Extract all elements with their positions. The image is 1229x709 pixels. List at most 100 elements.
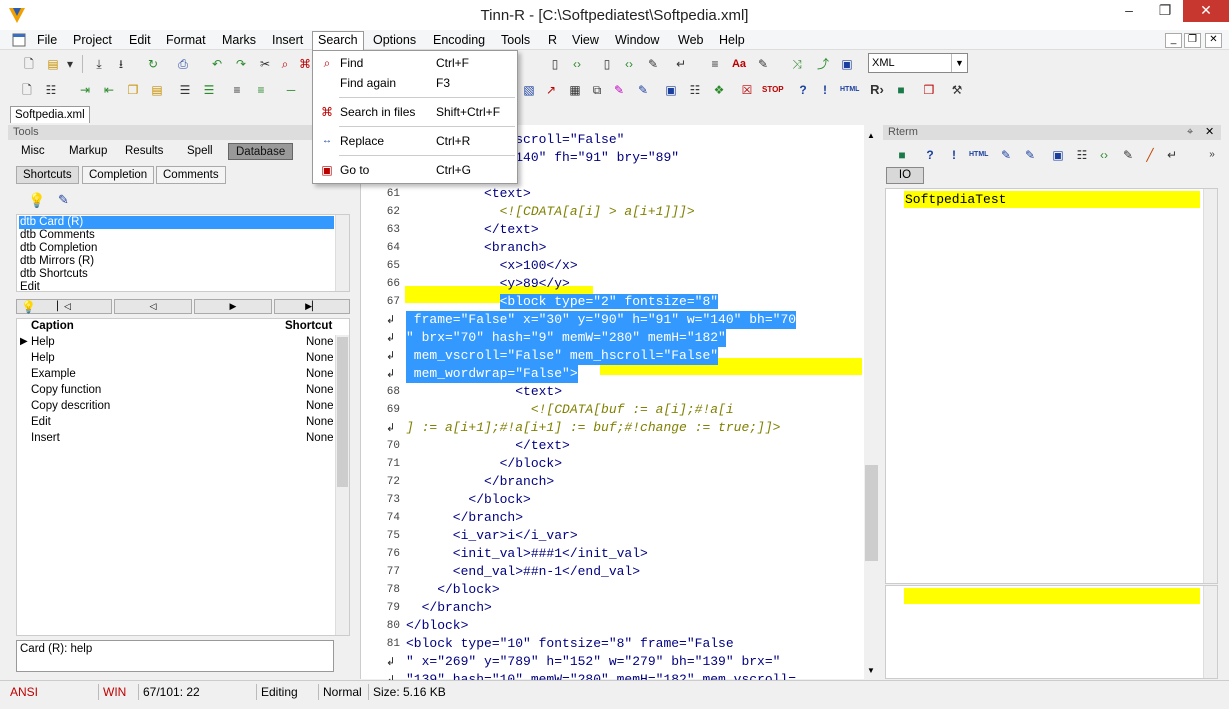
editor-scrollbar[interactable]: ▲ ▼ [864, 125, 879, 679]
code-line[interactable]: <block type="2" fontsize="8" [406, 293, 719, 311]
syntax-language-select[interactable]: XML ▼ [868, 53, 968, 73]
tab-database[interactable]: Database [228, 143, 294, 160]
tab-misc[interactable]: Misc [14, 143, 52, 160]
menu-item-find-again[interactable]: Find again F3 [314, 73, 516, 94]
gift-icon[interactable]: ❒ [920, 81, 938, 99]
code-line[interactable]: </text> [406, 437, 570, 455]
align-right-icon[interactable]: ☰ [200, 81, 218, 99]
block-icon[interactable]: ▯ [546, 55, 564, 73]
unindent-icon[interactable]: ⇤ [100, 81, 118, 99]
reload-icon[interactable]: ↻ [144, 55, 162, 73]
code-line[interactable]: <init_val>###1</init_val> [406, 545, 648, 563]
align-left-icon[interactable]: ☰ [176, 81, 194, 99]
paste-icon[interactable]: ▤ [148, 81, 166, 99]
code-tag2-icon[interactable]: ‹› [620, 55, 638, 73]
wrap-icon[interactable]: ↵ [1163, 146, 1181, 164]
case-icon[interactable]: Aa [730, 55, 748, 73]
code-line[interactable]: <text> [406, 185, 531, 203]
mdi-minimize-button[interactable]: _ [1165, 33, 1182, 48]
pin-icon[interactable]: ⌖ [1187, 125, 1193, 140]
subtab-shortcuts[interactable]: Shortcuts [16, 166, 79, 184]
grid-caption[interactable]: Copy function [31, 384, 101, 396]
menu-format[interactable]: Format [161, 32, 211, 49]
nav-last-button[interactable]: ▶▏ [274, 299, 350, 314]
code-line[interactable]: <text> [406, 383, 562, 401]
list-scrollbar[interactable] [335, 215, 349, 291]
grid-caption[interactable]: Example [31, 368, 76, 380]
grid-shortcut[interactable]: None [306, 432, 334, 444]
menu-item-replace[interactable]: ↔ Replace Ctrl+R [314, 131, 516, 152]
subtab-comments[interactable]: Comments [156, 166, 226, 184]
new-file-icon[interactable]: 🗋 [20, 55, 38, 73]
code-line[interactable]: <i_var>i</i_var> [406, 527, 578, 545]
shortcuts-grid[interactable]: 💡 Caption Shortcut ▶ Help None Help None… [16, 300, 350, 636]
undo-icon[interactable]: ↶ [208, 55, 226, 73]
save-icon[interactable]: ⤓ [90, 55, 108, 73]
justify-icon[interactable]: ≡ [252, 81, 270, 99]
code-tag-icon[interactable]: ‹› [568, 55, 586, 73]
menu-window[interactable]: Window [610, 32, 664, 49]
split-icon[interactable]: ⤴ [814, 55, 832, 73]
console-icon[interactable]: ■ [892, 81, 910, 99]
grid-shortcut[interactable]: None [306, 352, 334, 364]
menu-edit[interactable]: Edit [124, 32, 156, 49]
grid-icon[interactable]: ▦ [566, 81, 584, 99]
menu-marks[interactable]: Marks [217, 32, 261, 49]
help-question-icon[interactable]: ? [921, 146, 939, 164]
indent-icon[interactable]: ⇥ [76, 81, 94, 99]
edit-pen-icon[interactable]: ✎ [58, 192, 74, 208]
doc-edit2-icon[interactable]: ✎ [1021, 146, 1039, 164]
menu-web[interactable]: Web [673, 32, 708, 49]
code-line[interactable]: </branch> [406, 509, 523, 527]
tab-markup[interactable]: Markup [62, 143, 114, 160]
lightbulb-icon[interactable]: 💡 [28, 192, 45, 208]
code-line[interactable]: </block> [406, 617, 468, 635]
redo-icon[interactable]: ↷ [232, 55, 250, 73]
align-center-icon[interactable]: ≡ [228, 81, 246, 99]
list-item[interactable]: dtb Completion [19, 242, 334, 255]
menu-item-search-in-files[interactable]: ⌘ Search in files Shift+Ctrl+F [314, 102, 516, 123]
document-tab[interactable]: Softpedia.xml [10, 106, 90, 123]
brush2-icon[interactable]: ✎ [634, 81, 652, 99]
grid-shortcut[interactable]: None [306, 384, 334, 396]
plot-icon[interactable]: ↗ [542, 81, 560, 99]
code-line[interactable]: </block> [406, 491, 530, 509]
editor-scroll-thumb[interactable] [865, 465, 878, 561]
menu-item-go-to[interactable]: ▣ Go to Ctrl+G [314, 160, 516, 181]
menu-insert[interactable]: Insert [267, 32, 308, 49]
tab-results[interactable]: Results [118, 143, 170, 160]
doc-icon[interactable]: 🗋 [18, 81, 36, 99]
maximize-button[interactable]: ❐ [1148, 0, 1182, 22]
tab-spell[interactable]: Spell [180, 143, 220, 160]
menu-help[interactable]: Help [714, 32, 750, 49]
code-line[interactable]: </text> [406, 221, 539, 239]
code-line[interactable]: </branch> [406, 473, 554, 491]
grid-caption[interactable]: Help [31, 352, 55, 364]
tab-io[interactable]: IO [886, 167, 924, 184]
list-item[interactable]: dtb Card (R) [19, 216, 334, 229]
list-item[interactable]: dtb Shortcuts [19, 268, 334, 281]
grid-shortcut[interactable]: None [306, 368, 334, 380]
card-memo[interactable]: Card (R): help [16, 640, 334, 672]
code-tag-icon[interactable]: ‹› [1095, 146, 1113, 164]
code-line[interactable]: mem_vscroll="False" mem_hscroll="False" [406, 347, 719, 365]
rterm-output-scrollbar[interactable] [1203, 189, 1217, 583]
close-doc-icon[interactable]: ☒ [738, 81, 756, 99]
pen-icon[interactable]: ✎ [1119, 146, 1137, 164]
code-line[interactable]: </block> [406, 455, 562, 473]
grid-shortcut[interactable]: None [306, 416, 334, 428]
rterm-output[interactable] [885, 188, 1218, 584]
colors-icon[interactable]: ❖ [710, 81, 728, 99]
window-icon[interactable]: ▣ [1049, 146, 1067, 164]
stop-icon[interactable]: STOP [762, 81, 784, 99]
grid-caption[interactable]: Edit [31, 416, 51, 428]
code-line[interactable]: " x="269" y="789" h="152" w="279" bh="13… [406, 653, 780, 671]
grid-shortcut[interactable]: None [306, 400, 334, 412]
grid-shortcut[interactable]: None [306, 336, 334, 348]
lines-icon[interactable]: ☷ [1073, 146, 1091, 164]
scroll-up-icon[interactable]: ▲ [867, 131, 875, 140]
open-folder-icon[interactable]: ▤ [44, 55, 62, 73]
doc-lines-icon[interactable]: ☷ [42, 81, 60, 99]
lines-icon[interactable]: ☷ [686, 81, 704, 99]
nav-next-button[interactable]: ▶ [194, 299, 272, 314]
